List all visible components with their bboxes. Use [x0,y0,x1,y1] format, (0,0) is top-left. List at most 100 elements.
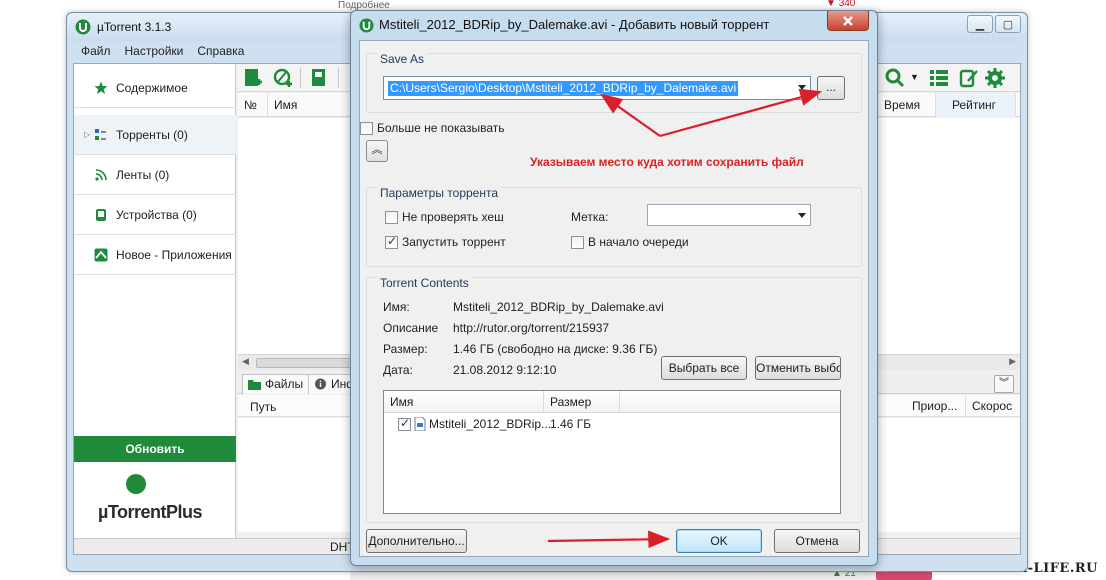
annotation-text: Указываем место куда хотим сохранить фай… [530,155,804,169]
minimize-button[interactable]: ▁ [967,15,993,33]
toolbar-separator [338,68,339,88]
rss-icon [95,169,107,181]
add-torrent-dialog: Mstiteli_2012_BDRip_by_Dalemake.avi - До… [350,10,878,566]
file-name: Mstiteli_2012_BDRip... [429,417,552,431]
column-rating[interactable]: Рейтинг [936,93,1016,117]
column-time[interactable]: Время [878,93,936,117]
maximize-button[interactable]: ▢ [995,15,1021,33]
update-button[interactable]: Обновить [74,436,236,462]
menu-settings[interactable]: Настройки [125,44,184,62]
tab-files[interactable]: Файлы [242,374,313,394]
sidebar-item-torrents[interactable]: ▷ Торренты (0) [74,115,236,155]
comment-value: http://rutor.org/torrent/215937 [453,321,610,335]
dont-show-label: Больше не показывать [377,121,505,135]
dont-show-checkbox[interactable]: Больше не показывать [360,121,505,135]
name-label: Имя: [383,300,410,314]
create-torrent-icon[interactable] [308,67,330,89]
start-torrent-check[interactable] [385,234,398,249]
menu-help[interactable]: Справка [197,44,244,62]
torrents-icon [95,129,106,140]
label-combobox[interactable] [647,204,811,226]
size-value: 1.46 ГБ (свободно на диске: 9.36 ГБ) [453,342,658,356]
column-speed[interactable]: Скорос [966,395,1016,417]
start-torrent-label: Запустить торрент [402,235,506,249]
select-all-button[interactable]: Выбрать все [661,356,747,380]
file-checkbox[interactable] [398,416,411,431]
ok-button[interactable]: OK [676,529,762,553]
background-rating-value: 340 [838,0,856,9]
utorrent-plus-text: µTorrentPlus [98,502,203,522]
column-path[interactable]: Путь [244,395,364,419]
save-as-title: Save As [377,52,428,66]
contents-title: Torrent Contents [377,276,472,290]
sidebar-item-apps[interactable]: Новое - Приложения [74,235,236,275]
search-icon[interactable] [884,67,906,89]
start-torrent-checkbox[interactable]: Запустить торрент [385,234,506,249]
column-file-size[interactable]: Размер [544,391,620,413]
device-icon [96,209,106,221]
tab-info[interactable]: Инф [308,374,356,394]
utorrent-logo-icon [359,18,374,33]
scroll-left-icon[interactable]: ◀ [242,356,249,367]
expand-button[interactable]: ︽ [366,140,388,162]
dont-show-check[interactable] [360,121,373,135]
sidebar-item-label: Торренты (0) [116,127,188,142]
utorrent-plus-logo[interactable]: µTorrentPlus [74,468,236,538]
sidebar-item-label: Ленты (0) [116,167,170,182]
size-label: Размер: [383,342,428,356]
file-list[interactable]: Имя Размер Mstiteli_2012_BDRip... 1.46 Г… [383,390,841,514]
utorrent-logo-icon [75,19,91,35]
toolbar-separator [300,68,301,88]
skip-hash-check[interactable] [385,210,398,224]
collapse-details-button[interactable]: ︾ [994,375,1014,393]
date-value: 21.08.2012 9:12:10 [453,363,557,377]
advanced-button[interactable]: Дополнительно... [366,529,467,553]
dialog-title: Mstiteli_2012_BDRip_by_Dalemake.avi - До… [379,17,770,32]
scroll-right-icon[interactable]: ▶ [1009,356,1016,367]
comment-label: Описание [383,321,439,335]
add-torrent-icon[interactable] [242,67,264,89]
close-button[interactable] [827,11,869,31]
queue-top-checkbox[interactable]: В начало очереди [571,235,689,249]
list-view-icon[interactable] [928,67,950,89]
add-url-icon[interactable] [272,67,294,89]
save-path-combobox[interactable]: C:\Users\Sergio\Desktop\Mstiteli_2012_BD… [383,76,811,100]
skip-hash-checkbox[interactable]: Не проверять хеш [385,210,504,224]
file-icon [414,417,426,431]
cancel-button[interactable]: Отмена [774,529,860,553]
menu-file[interactable]: Файл [81,44,111,62]
sidebar-item-label: Содержимое [116,80,188,95]
apps-icon [94,248,108,262]
dialog-client: Save As C:\Users\Sergio\Desktop\Mstiteli… [359,40,869,557]
save-path-value: C:\Users\Sergio\Desktop\Mstiteli_2012_BD… [388,81,739,96]
gear-icon[interactable] [984,67,1006,89]
search-dropdown-icon[interactable]: ▼ [910,72,919,82]
sidebar-item-feeds[interactable]: Ленты (0) [74,155,236,195]
name-value: Mstiteli_2012_BDRip_by_Dalemake.avi [453,300,664,314]
main-window-controls: ▁ ▢ [967,15,1021,33]
chevron-down-icon[interactable] [798,213,806,218]
background-rating: ▼ 340 [826,0,856,9]
tab-files-label: Файлы [265,377,304,391]
close-icon [843,15,853,26]
table-row[interactable]: Mstiteli_2012_BDRip... 1.46 ГБ [384,415,840,433]
sidebar-item-label: Новое - Приложения [116,247,232,262]
date-label: Дата: [383,363,413,377]
column-file-name[interactable]: Имя [384,391,544,413]
remote-icon[interactable] [958,67,980,89]
column-number[interactable]: № [238,93,268,117]
chevron-down-icon[interactable] [798,85,806,90]
sidebar-item-content[interactable]: Содержимое [74,68,236,108]
expand-arrow-icon[interactable]: ▷ [84,130,90,139]
browse-button[interactable]: ... [817,76,845,100]
utorrent-plus-mu-icon [126,474,146,494]
torrent-params-group: Параметры торрента Не проверять хеш Запу… [366,186,862,267]
column-priority[interactable]: Приор... [906,395,966,417]
star-icon [94,81,108,94]
sidebar-item-devices[interactable]: Устройства (0) [74,195,236,235]
skip-hash-label: Не проверять хеш [402,210,504,224]
deselect-all-button[interactable]: Отменить выбор [755,356,841,380]
sidebar-item-label: Устройства (0) [116,207,197,222]
queue-top-check[interactable] [571,235,584,249]
info-icon [315,378,326,390]
